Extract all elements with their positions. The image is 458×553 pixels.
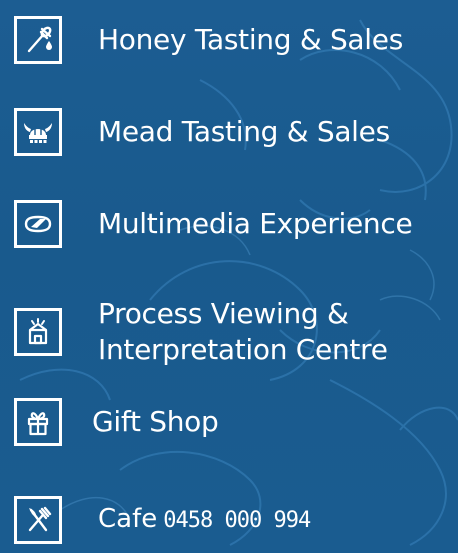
honey-dipper-icon	[14, 16, 62, 64]
amenity-gift-shop: Gift Shop	[14, 398, 219, 446]
amenity-label: Mead Tasting & Sales	[98, 115, 390, 148]
amenity-honey-tasting: Honey Tasting & Sales	[14, 16, 403, 64]
gift-icon	[14, 398, 62, 446]
cafe-label: Cafe	[98, 504, 158, 534]
amenity-label: Multimedia Experience	[98, 207, 413, 240]
amenity-label: Process Viewing & Interpretation Centre	[98, 296, 388, 368]
beehive-building-icon	[14, 308, 62, 356]
amenity-mead-tasting: Mead Tasting & Sales	[14, 108, 390, 156]
fork-knife-icon	[14, 496, 62, 544]
amenity-label: Cafe 0458 000 994	[98, 502, 311, 538]
amenity-label-line1: Process Viewing &	[98, 297, 349, 330]
multimedia-goggles-icon	[14, 200, 62, 248]
amenity-label: Honey Tasting & Sales	[98, 23, 403, 56]
amenity-multimedia: Multimedia Experience	[14, 200, 413, 248]
viking-helmet-icon	[14, 108, 62, 156]
amenities-panel: Honey Tasting & Sales Mead Tasting & Sal…	[0, 0, 458, 553]
amenity-process-viewing: Process Viewing & Interpretation Centre	[14, 296, 388, 368]
cafe-phone-number: 0458 000 994	[163, 508, 311, 533]
amenity-label-line2: Interpretation Centre	[98, 333, 388, 366]
amenity-cafe: Cafe 0458 000 994	[14, 496, 311, 544]
amenity-label: Gift Shop	[92, 405, 219, 438]
background-bee-art	[19, 19, 458, 546]
